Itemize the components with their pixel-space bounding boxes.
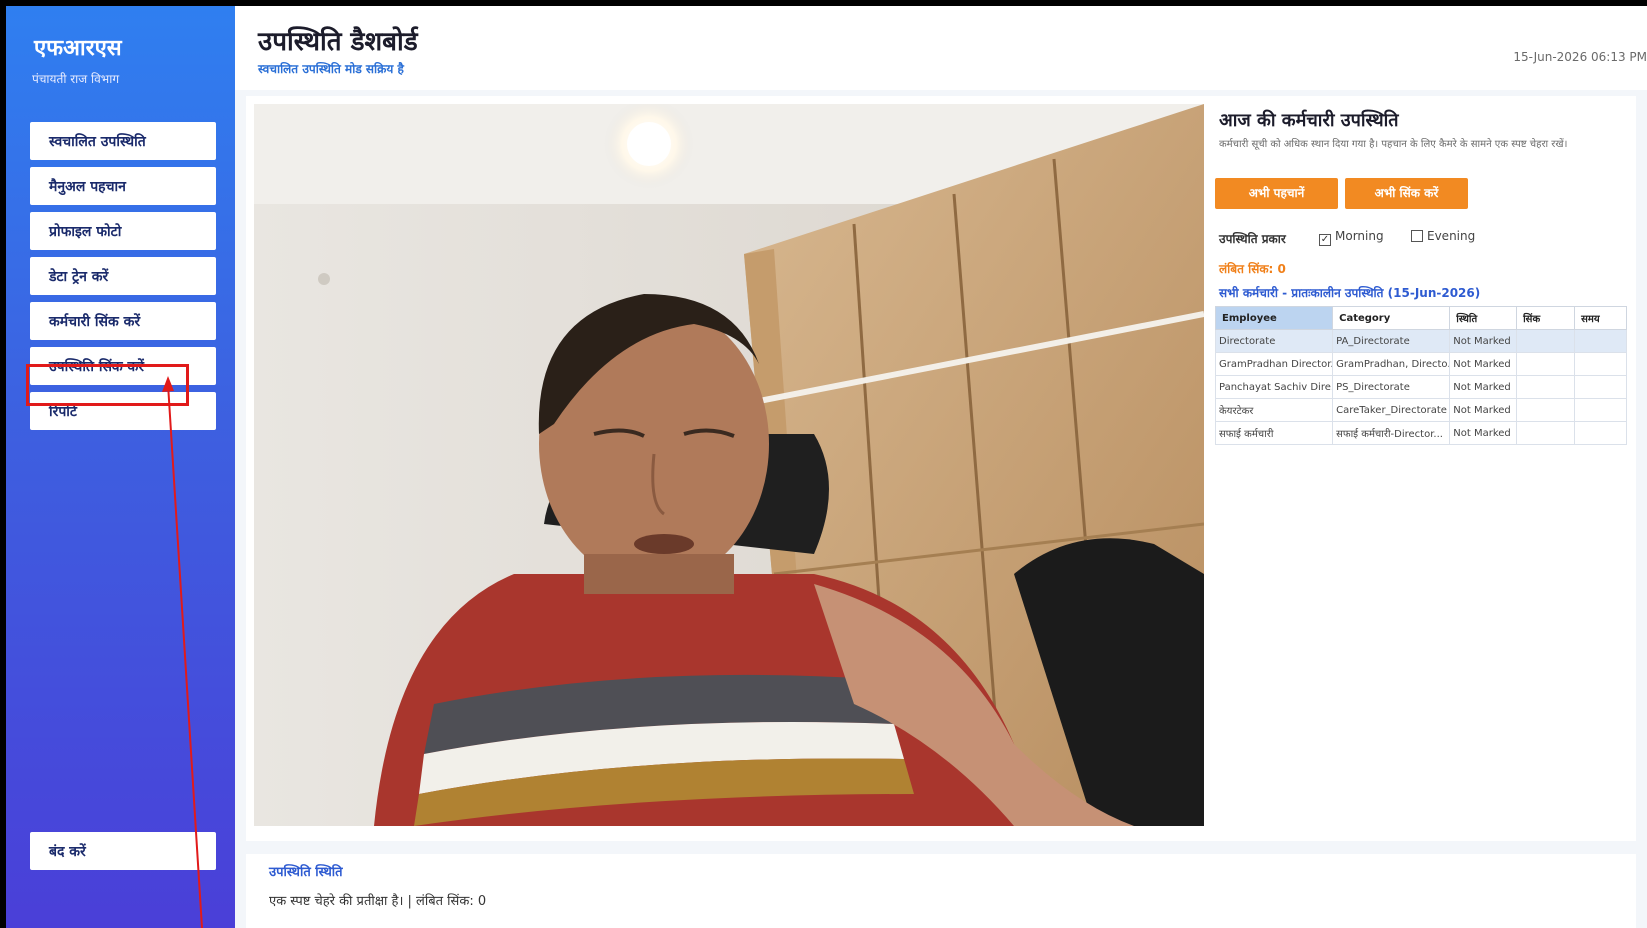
morning-label: Morning [1335,229,1384,243]
cell-employee: केयरटेकर [1214,398,1334,422]
sidebar-item-report[interactable]: रिपोर्ट [30,392,216,430]
panel-description: कर्मचारी सूची को अधिक स्थान दिया गया है।… [1219,139,1568,150]
cell-employee: सफाई कर्मचारी [1214,421,1334,445]
cell-category: सफाई कर्मचारी-Director... [1332,421,1451,445]
table-row[interactable]: केयरटेकर CareTaker_Directorate Not Marke… [1214,398,1627,422]
attendance-status-area: उपस्थिति स्थिति एक स्पष्ट चेहरे की प्रती… [246,854,1636,928]
cell-time [1574,375,1627,399]
brand-subtitle: पंचायती राज विभाग [32,72,120,86]
table-row[interactable]: GramPradhan Director... GramPradhan, Dir… [1214,352,1627,376]
sidebar-item-sync-attendance[interactable]: उपस्थिति सिंक करें [30,347,216,385]
status-title: उपस्थिति स्थिति [269,865,343,880]
sidebar-item-profile-photo[interactable]: प्रोफाइल फोटो [30,212,216,250]
evening-checkbox[interactable]: Evening [1411,229,1475,243]
table-header-row: Employee Category स्थिति सिंक समय [1214,306,1627,330]
table-row[interactable]: Directorate PA_Directorate Not Marked [1214,329,1627,353]
page-title: उपस्थिति डैशबोर्ड [258,27,418,57]
cell-time [1574,421,1627,445]
camera-feed [254,104,1204,826]
recognize-now-button[interactable]: अभी पहचानें [1215,178,1338,209]
cell-sync [1516,398,1576,422]
column-header-sync[interactable]: सिंक [1516,306,1576,330]
cell-category: PS_Directorate [1332,375,1451,399]
checkbox-unchecked-icon [1411,230,1423,242]
all-employees-heading: सभी कर्मचारी - प्रातःकालीन उपस्थिति (15-… [1219,284,1480,301]
mode-status: स्वचालित उपस्थिति मोड सक्रिय है [258,62,404,76]
cell-status: Not Marked [1449,352,1518,376]
column-header-category[interactable]: Category [1332,306,1451,330]
column-header-employee[interactable]: Employee [1214,306,1334,330]
sidebar-item-manual-recognition[interactable]: मैनुअल पहचान [30,167,216,205]
cell-sync [1516,375,1576,399]
sidebar-item-auto-attendance[interactable]: स्वचालित उपस्थिति [30,122,216,160]
datetime: 15-Jun-2026 06:13 PM [1513,50,1647,64]
cell-employee: Panchayat Sachiv Dire... [1214,375,1334,399]
cell-status: Not Marked [1449,421,1518,445]
sync-now-button[interactable]: अभी सिंक करें [1345,178,1468,209]
all-employees-title: सभी कर्मचारी - प्रातःकालीन उपस्थिति [1219,286,1384,300]
cell-time [1574,398,1627,422]
attendance-type-label: उपस्थिति प्रकार [1219,232,1286,246]
cell-sync [1516,352,1576,376]
cell-category: PA_Directorate [1332,329,1451,353]
table-row[interactable]: Panchayat Sachiv Dire... PS_Directorate … [1214,375,1627,399]
cell-status: Not Marked [1449,375,1518,399]
column-header-time[interactable]: समय [1574,306,1627,330]
cell-sync [1516,421,1576,445]
column-header-status[interactable]: स्थिति [1449,306,1518,330]
camera-feed-image [254,104,1204,826]
cell-category: GramPradhan, Directo... [1332,352,1451,376]
attendance-table: Employee Category स्थिति सिंक समय Direct… [1214,306,1627,445]
morning-checkbox[interactable]: ✓ Morning [1319,229,1384,246]
status-text: एक स्पष्ट चेहरे की प्रतीक्षा है। | लंबित… [269,894,487,909]
evening-label: Evening [1427,229,1476,243]
cell-time [1574,329,1627,353]
main-area: उपस्थिति डैशबोर्ड स्वचालित उपस्थिति मोड … [235,6,1647,928]
all-employees-date: (15-Jun-2026) [1387,286,1481,300]
cell-employee: Directorate [1214,329,1334,353]
cell-status: Not Marked [1449,329,1518,353]
cell-time [1574,352,1627,376]
cell-employee: GramPradhan Director... [1214,352,1334,376]
cell-category: CareTaker_Directorate [1332,398,1451,422]
app-window: एफआरएस पंचायती राज विभाग स्वचालित उपस्थि… [6,6,1647,928]
checkbox-checked-icon: ✓ [1319,234,1331,246]
pending-sync-count: लंबित सिंक: 0 [1219,262,1286,276]
content-card: आज की कर्मचारी उपस्थिति कर्मचारी सूची को… [246,96,1636,841]
sidebar-item-train-data[interactable]: डेटा ट्रेन करें [30,257,216,295]
brand-title: एफआरएस [34,36,122,61]
cell-sync [1516,329,1576,353]
cell-status: Not Marked [1449,398,1518,422]
close-button[interactable]: बंद करें [30,832,216,870]
header: उपस्थिति डैशबोर्ड स्वचालित उपस्थिति मोड … [235,6,1647,90]
table-row[interactable]: सफाई कर्मचारी सफाई कर्मचारी-Director... … [1214,421,1627,445]
sidebar-item-sync-employees[interactable]: कर्मचारी सिंक करें [30,302,216,340]
panel-title: आज की कर्मचारी उपस्थिति [1219,110,1399,131]
sidebar: एफआरएस पंचायती राज विभाग स्वचालित उपस्थि… [6,6,235,928]
